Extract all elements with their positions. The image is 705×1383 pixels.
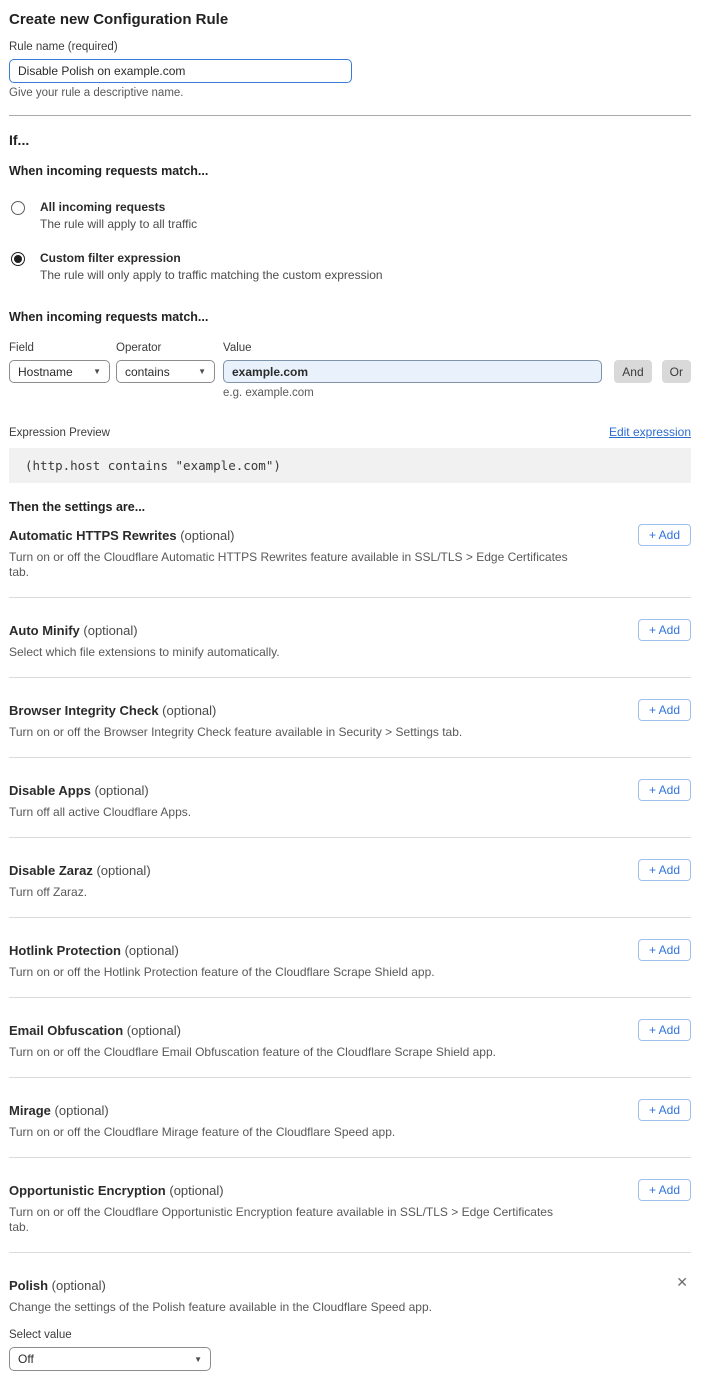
polish-value-select[interactable]: Off ▼ [9, 1347, 211, 1371]
setting-title: Disable Zaraz [9, 863, 93, 878]
field-select[interactable]: Hostname ▼ [9, 360, 110, 383]
setting-description: Turn on or off the Browser Integrity Che… [9, 725, 569, 740]
radio-option-label: All incoming requests [40, 200, 197, 215]
setting-title: Browser Integrity Check [9, 703, 159, 718]
optional-tag: (optional) [96, 863, 150, 878]
optional-tag: (optional) [52, 1278, 106, 1293]
value-input[interactable] [223, 360, 602, 383]
rule-name-label: Rule name (required) [9, 40, 691, 55]
optional-tag: (optional) [162, 703, 216, 718]
create-configuration-rule-form: Create new Configuration Rule Rule name … [0, 0, 705, 1383]
then-settings-heading: Then the settings are... [9, 499, 691, 515]
add-button[interactable]: + Add [638, 1099, 691, 1121]
operator-select[interactable]: contains ▼ [116, 360, 215, 383]
radio-option-all-incoming-requests[interactable]: All incoming requests The rule will appl… [9, 200, 691, 232]
expression-preview-label: Expression Preview [9, 427, 110, 439]
if-heading: If... [9, 131, 691, 149]
optional-tag: (optional) [169, 1183, 223, 1198]
radio-option-label: Custom filter expression [40, 251, 383, 266]
setting-browser-integrity-check: Browser Integrity Check (optional) Turn … [9, 678, 691, 758]
value-help: e.g. example.com [223, 386, 602, 401]
setting-description: Change the settings of the Polish featur… [9, 1300, 569, 1315]
setting-opportunistic-encryption: Opportunistic Encryption (optional) Turn… [9, 1158, 691, 1253]
setting-title: Opportunistic Encryption [9, 1183, 166, 1198]
polish-select-value: Off [18, 1352, 34, 1366]
setting-description: Turn off all active Cloudflare Apps. [9, 805, 569, 820]
setting-auto-minify: Auto Minify (optional) Select which file… [9, 598, 691, 678]
operator-label: Operator [116, 341, 215, 356]
and-button[interactable]: And [614, 360, 651, 383]
rule-name-input[interactable] [9, 59, 352, 83]
setting-title: Email Obfuscation [9, 1023, 123, 1038]
setting-description: Turn off Zaraz. [9, 885, 569, 900]
close-icon[interactable]: ✕ [676, 1276, 688, 1290]
setting-description: Turn on or off the Cloudflare Email Obfu… [9, 1045, 569, 1060]
add-button[interactable]: + Add [638, 859, 691, 881]
radio-option-description: The rule will apply to all traffic [40, 217, 197, 232]
setting-description: Select which file extensions to minify a… [9, 645, 569, 660]
setting-description: Turn on or off the Cloudflare Automatic … [9, 550, 569, 580]
setting-disable-zaraz: Disable Zaraz (optional) Turn off Zaraz.… [9, 838, 691, 918]
setting-title: Disable Apps [9, 783, 91, 798]
expression-builder-heading: When incoming requests match... [9, 309, 691, 325]
value-label: Value [223, 341, 602, 356]
chevron-down-icon: ▼ [93, 367, 101, 376]
setting-disable-apps: Disable Apps (optional) Turn off all act… [9, 758, 691, 838]
setting-description: Turn on or off the Hotlink Protection fe… [9, 965, 569, 980]
setting-automatic-https-rewrites: Automatic HTTPS Rewrites (optional) Turn… [9, 515, 691, 598]
chevron-down-icon: ▼ [198, 367, 206, 376]
optional-tag: (optional) [180, 528, 234, 543]
expression-builder-row: Field Hostname ▼ Operator contains ▼ Val… [9, 341, 691, 401]
add-button[interactable]: + Add [638, 619, 691, 641]
or-button[interactable]: Or [662, 360, 691, 383]
add-button[interactable]: + Add [638, 1019, 691, 1041]
setting-description: Turn on or off the Cloudflare Mirage fea… [9, 1125, 569, 1140]
setting-title: Hotlink Protection [9, 943, 121, 958]
setting-title: Polish [9, 1278, 48, 1293]
add-button[interactable]: + Add [638, 699, 691, 721]
incoming-requests-match-heading: When incoming requests match... [9, 163, 691, 179]
setting-description: Turn on or off the Cloudflare Opportunis… [9, 1205, 569, 1235]
chevron-down-icon: ▼ [194, 1355, 202, 1364]
setting-hotlink-protection: Hotlink Protection (optional) Turn on or… [9, 918, 691, 998]
optional-tag: (optional) [55, 1103, 109, 1118]
setting-title: Automatic HTTPS Rewrites [9, 528, 177, 543]
setting-title: Mirage [9, 1103, 51, 1118]
rule-name-group: Rule name (required) Give your rule a de… [9, 40, 691, 101]
radio-button-selected-icon[interactable] [11, 252, 25, 266]
radio-option-description: The rule will only apply to traffic matc… [40, 268, 383, 283]
optional-tag: (optional) [125, 943, 179, 958]
setting-email-obfuscation: Email Obfuscation (optional) Turn on or … [9, 998, 691, 1078]
setting-mirage: Mirage (optional) Turn on or off the Clo… [9, 1078, 691, 1158]
radio-option-custom-filter-expression[interactable]: Custom filter expression The rule will o… [9, 251, 691, 283]
expression-preview-code: (http.host contains "example.com") [9, 448, 691, 483]
optional-tag: (optional) [95, 783, 149, 798]
optional-tag: (optional) [127, 1023, 181, 1038]
add-button[interactable]: + Add [638, 939, 691, 961]
operator-select-value: contains [125, 365, 170, 379]
optional-tag: (optional) [83, 623, 137, 638]
add-button[interactable]: + Add [638, 779, 691, 801]
edit-expression-link[interactable]: Edit expression [609, 425, 691, 439]
page-title: Create new Configuration Rule [9, 10, 691, 29]
add-button[interactable]: + Add [638, 1179, 691, 1201]
rule-name-help: Give your rule a descriptive name. [9, 86, 691, 101]
setting-title: Auto Minify [9, 623, 80, 638]
setting-polish: Polish (optional) Change the settings of… [9, 1253, 691, 1371]
section-divider [9, 115, 691, 116]
field-select-value: Hostname [18, 365, 73, 379]
polish-select-label: Select value [9, 1328, 691, 1343]
add-button[interactable]: + Add [638, 524, 691, 546]
radio-button-icon[interactable] [11, 201, 25, 215]
field-label: Field [9, 341, 110, 356]
